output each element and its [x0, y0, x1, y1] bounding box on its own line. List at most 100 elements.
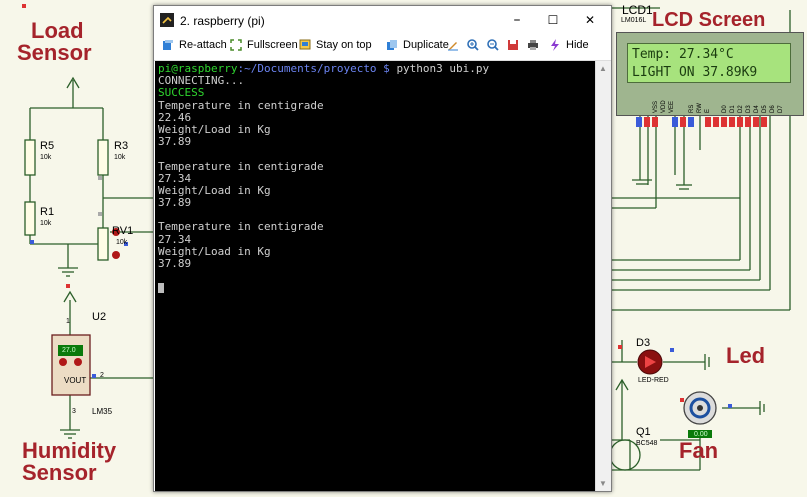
- maximize-button[interactable]: ☐: [538, 10, 568, 30]
- rv1-ref: RV1: [112, 225, 134, 237]
- lm35-pin2: 2: [100, 372, 104, 379]
- duplicate-icon: [386, 39, 398, 51]
- lm35-label: LM35: [92, 407, 113, 416]
- vertical-scrollbar[interactable]: ▲ ▼: [595, 61, 611, 491]
- console-line: 37.89: [158, 257, 192, 270]
- lcd-line-2: LIGHT ON 37.89K9: [632, 65, 758, 80]
- console-line: 27.34: [158, 232, 192, 246]
- lcd-pin-label: D2: [738, 105, 744, 113]
- r5-ref: R5: [40, 140, 55, 152]
- console-line: Weight/Load in Kg: [158, 183, 271, 197]
- console-line: Temperature in centigrade: [158, 159, 324, 173]
- hide-button[interactable]: Hide: [549, 39, 589, 51]
- console-line: 37.89: [158, 135, 192, 149]
- r1-value: 10k: [40, 220, 52, 227]
- prompt-command: python3 ubi.py: [396, 62, 490, 75]
- rv1-value: 10k: [116, 239, 128, 246]
- humidity-label-line2: Sensor: [22, 460, 97, 485]
- lcd-pin-labels: VSS VDD VEE RS RW E D0 D1 D2 D3 D4 D5 D6 D7: [633, 93, 803, 115]
- console-line: CONNECTING...: [158, 74, 245, 88]
- console-line: Temperature in centigrade: [158, 98, 324, 112]
- save-button[interactable]: [507, 39, 524, 51]
- minimize-button[interactable]: –: [502, 10, 532, 30]
- led-red-label: LED-RED: [638, 377, 669, 384]
- reattach-label: Re-attach: [179, 39, 227, 51]
- close-button[interactable]: ✕: [575, 10, 605, 30]
- u2-ref: U2: [92, 311, 107, 323]
- r3-value: 10k: [114, 154, 126, 161]
- zoom-out-icon: [487, 39, 499, 51]
- lm35-pin3: 3: [72, 408, 76, 415]
- title-bar[interactable]: 2. raspberry (pi) – ☐ ✕: [154, 6, 611, 34]
- r3-ref: R3: [114, 140, 129, 152]
- r5-value: 10k: [40, 154, 52, 161]
- scroll-down-icon[interactable]: ▼: [599, 479, 607, 488]
- fan-label: Fan: [679, 438, 719, 463]
- lcd-pin-label: D1: [730, 105, 736, 113]
- lcd-pin-label: D0: [722, 105, 728, 113]
- d3-ref: D3: [636, 337, 651, 349]
- zoom-out-button[interactable]: [487, 39, 504, 51]
- terminal-app-icon: [160, 13, 174, 27]
- zoom-in-button[interactable]: [467, 39, 484, 51]
- lcd1-ref: LCD1: [622, 3, 653, 17]
- print-button[interactable]: [527, 39, 544, 51]
- vout-label: VOUT: [64, 376, 87, 385]
- hide-label: Hide: [566, 39, 589, 51]
- stay-on-top-icon: [299, 39, 311, 51]
- window-title: 2. raspberry (pi): [180, 14, 265, 28]
- terminal-console[interactable]: pi@raspberry:~/Documents/proyecto $ pyth…: [155, 61, 595, 491]
- scroll-up-icon[interactable]: ▲: [599, 64, 607, 73]
- lcd-pin-label: VDD: [661, 100, 667, 113]
- lcd-pin-label: RW: [697, 103, 703, 113]
- print-icon: [527, 39, 539, 51]
- pencil-icon: [447, 39, 459, 51]
- prompt-path: :~/Documents/proyecto $: [237, 62, 397, 75]
- fullscreen-button[interactable]: Fullscreen: [230, 39, 298, 51]
- lcd-line-1: Temp: 27.34°C: [632, 47, 734, 62]
- lcd-pin-label: D7: [778, 105, 784, 113]
- lcd-pin-label: D5: [762, 105, 768, 113]
- lightning-icon: [549, 39, 561, 51]
- save-icon: [507, 39, 519, 51]
- lcd-pin-label: VSS: [653, 100, 659, 113]
- lcd-pin-label: VEE: [669, 100, 675, 113]
- duplicate-button[interactable]: Duplicate: [386, 39, 449, 51]
- fullscreen-icon: [230, 39, 242, 51]
- bc548-label: BC548: [636, 440, 658, 447]
- lcd-pin-label: D4: [754, 105, 760, 113]
- sensor-label-line2: Sensor: [17, 40, 92, 65]
- console-blank: [158, 270, 592, 282]
- lcd-screen-label: LCD Screen: [652, 9, 766, 31]
- load-sensor-label: Load Sensor: [17, 20, 92, 64]
- cursor-line: [158, 282, 592, 294]
- lcd-module: Temp: 27.34°C LIGHT ON 37.89K9 VSS VDD VEE…: [616, 32, 804, 116]
- humidity-sensor-label: Humidity Sensor: [22, 440, 116, 484]
- toolbar: Re-attach Fullscreen Stay on top Duplica…: [154, 34, 611, 61]
- load-label-line1: Load: [31, 18, 84, 43]
- lcd-pin-label: E: [705, 108, 711, 113]
- stay-on-top-label: Stay on top: [316, 39, 372, 51]
- lcd-pin-label: D3: [746, 105, 752, 113]
- console-line: 37.89: [158, 196, 192, 210]
- led-label: Led: [726, 343, 766, 368]
- stay-on-top-button[interactable]: Stay on top: [299, 39, 372, 51]
- edit-tool-button[interactable]: [447, 39, 464, 51]
- lcd-model: LM016L: [621, 17, 647, 24]
- prompt-user: pi@raspberry: [158, 62, 238, 75]
- text-cursor: [158, 283, 164, 294]
- reattach-icon: [162, 39, 174, 51]
- reattach-button[interactable]: Re-attach: [162, 39, 227, 51]
- console-line: Weight/Load in Kg: [158, 122, 271, 136]
- lm35-display: 27.0: [62, 347, 76, 354]
- q1-ref: Q1: [636, 426, 651, 438]
- console-line: Temperature in centigrade: [158, 220, 324, 234]
- console-line: SUCCESS: [158, 86, 205, 100]
- zoom-in-icon: [467, 39, 479, 51]
- duplicate-label: Duplicate: [403, 39, 449, 51]
- lcd-pin-label: RS: [689, 104, 695, 113]
- fan-display: 0.00: [694, 431, 708, 438]
- lcd-pin-label: D6: [770, 105, 776, 113]
- fullscreen-label: Fullscreen: [247, 39, 298, 51]
